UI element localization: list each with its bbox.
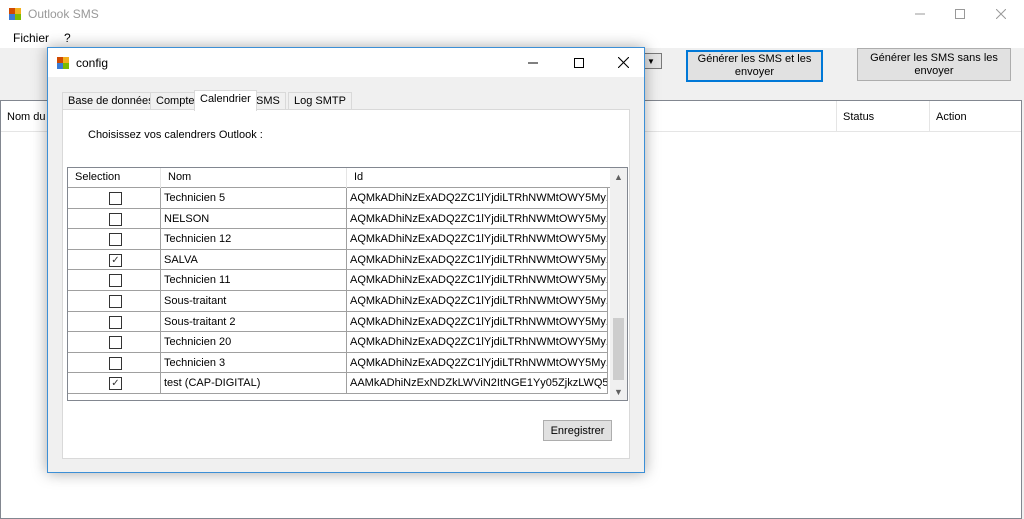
maximize-button[interactable] — [937, 0, 983, 28]
dialog-titlebar: config — [48, 48, 644, 77]
nom-cell[interactable]: test (CAP-DIGITAL) — [161, 373, 347, 394]
selection-checkbox[interactable] — [109, 192, 122, 205]
selection-cell — [68, 208, 161, 230]
maximize-icon — [955, 9, 965, 19]
tab-base-de-donnees[interactable]: Base de données — [62, 92, 160, 110]
generate-send-button[interactable]: Générer les SMS et les envoyer — [686, 50, 823, 82]
column-header-nom[interactable]: Nom — [161, 168, 347, 188]
menubar: Fichier ? — [0, 28, 1024, 48]
calendar-prompt: Choisissez vos calendrers Outlook : — [88, 129, 263, 141]
close-icon — [617, 57, 629, 68]
id-cell[interactable]: AQMkADhiNzExADQ2ZC1lYjdiLTRhNWMtOWY5My1k… — [347, 270, 608, 291]
table-row[interactable]: ✓ SALVA AQMkADhiNzExADQ2ZC1lYjdiLTRhNWMtOW… — [68, 249, 608, 271]
save-button[interactable]: Enregistrer — [543, 420, 612, 441]
scroll-thumb[interactable] — [613, 318, 624, 380]
app-icon — [57, 57, 69, 69]
scroll-down-button[interactable]: ▼ — [610, 383, 627, 400]
selection-cell — [68, 188, 161, 209]
menu-help[interactable]: ? — [64, 31, 71, 45]
table-row[interactable]: Technicien 11 AQMkADhiNzExADQ2ZC1lYjdiLTR… — [68, 270, 608, 291]
selection-checkbox[interactable] — [109, 336, 122, 350]
selection-checkbox[interactable] — [109, 274, 122, 288]
selection-cell: ✓ — [68, 249, 161, 271]
maximize-icon — [574, 57, 584, 68]
id-cell[interactable]: AQMkADhiNzExADQ2ZC1lYjdiLTRhNWMtOWY5My1k… — [347, 352, 608, 374]
table-row[interactable]: Technicien 20 AQMkADhiNzExADQ2ZC1lYjdiLTR… — [68, 332, 608, 353]
selection-cell: ✓ — [68, 373, 161, 394]
selection-checkbox[interactable] — [109, 233, 122, 247]
table-row[interactable]: Technicien 5 AQMkADhiNzExADQ2ZC1lYjdiLTRh… — [68, 188, 608, 209]
table-row[interactable]: ✓ test (CAP-DIGITAL) AAMkADhiNzExNDZkLWViN… — [68, 373, 608, 394]
selection-checkbox[interactable] — [109, 295, 122, 308]
selection-checkbox[interactable] — [109, 356, 122, 370]
window-title: Outlook SMS — [28, 7, 99, 21]
column-header-action[interactable]: Action — [930, 101, 1022, 132]
selection-cell — [68, 291, 161, 312]
selection-cell — [68, 270, 161, 291]
id-cell[interactable]: AAMkADhiNzExNDZkLWViN2ItNGE1Yy05ZjkzLWQ5… — [347, 373, 608, 394]
selection-checkbox[interactable] — [109, 315, 122, 329]
column-header-id[interactable]: Id — [347, 168, 612, 188]
tab-compte[interactable]: Compte — [150, 92, 201, 110]
calendar-grid[interactable]: Selection Nom Id Technicien 5 AQMkADhiNzE… — [67, 167, 628, 401]
close-button[interactable] — [978, 0, 1024, 28]
table-row[interactable]: Sous-traitant 2 AQMkADhiNzExADQ2ZC1lYjdiL… — [68, 311, 608, 333]
main-titlebar: Outlook SMS — [0, 0, 1024, 28]
menu-fichier[interactable]: Fichier — [13, 31, 49, 45]
dialog-title: config — [76, 56, 109, 70]
chevron-down-icon: ▼ — [614, 386, 623, 397]
id-cell[interactable]: AQMkADhiNzExADQ2ZC1lYjdiLTRhNWMtOWY5My1k… — [347, 332, 608, 353]
id-cell[interactable]: AQMkADhiNzExADQ2ZC1lYjdiLTRhNWMtOWY5My1k… — [347, 208, 608, 230]
minimize-icon — [528, 62, 538, 63]
chevron-down-icon: ▼ — [647, 56, 655, 66]
config-dialog: config Base de données Compte Calendrier… — [47, 47, 645, 473]
calendar-grid-header: Selection Nom Id — [68, 168, 612, 188]
id-cell[interactable]: AQMkADhiNzExADQ2ZC1lYjdiLTRhNWMtOWY5My1k… — [347, 188, 608, 209]
nom-cell[interactable]: Technicien 11 — [161, 270, 347, 291]
nom-cell[interactable]: Sous-traitant — [161, 291, 347, 312]
dialog-maximize-button[interactable] — [556, 48, 602, 77]
tab-log-smtp[interactable]: Log SMTP — [288, 92, 352, 110]
tab-calendrier[interactable]: Calendrier — [194, 90, 257, 111]
nom-cell[interactable]: Technicien 12 — [161, 229, 347, 250]
generate-no-send-button[interactable]: Générer les SMS sans les envoyer — [857, 48, 1011, 81]
column-header-selection[interactable]: Selection — [68, 168, 161, 188]
minimize-icon — [915, 13, 925, 15]
nom-cell[interactable]: Technicien 3 — [161, 352, 347, 374]
id-cell[interactable]: AQMkADhiNzExADQ2ZC1lYjdiLTRhNWMtOWY5My1k… — [347, 311, 608, 333]
table-row[interactable]: Technicien 12 AQMkADhiNzExADQ2ZC1lYjdiLTR… — [68, 229, 608, 250]
column-header-status[interactable]: Status — [837, 101, 930, 132]
selection-checkbox[interactable] — [109, 212, 122, 226]
nom-cell[interactable]: Technicien 5 — [161, 188, 347, 209]
selection-cell — [68, 311, 161, 333]
selection-cell — [68, 352, 161, 374]
selection-checkbox[interactable]: ✓ — [109, 253, 122, 267]
scroll-up-button[interactable]: ▲ — [610, 168, 627, 185]
selection-cell — [68, 229, 161, 250]
nom-cell[interactable]: NELSON — [161, 208, 347, 230]
table-row[interactable]: Technicien 3 AQMkADhiNzExADQ2ZC1lYjdiLTRh… — [68, 352, 608, 374]
checkmark-icon: ✓ — [111, 254, 120, 266]
nom-cell[interactable]: Sous-traitant 2 — [161, 311, 347, 333]
vertical-scrollbar[interactable]: ▲ ▼ — [610, 168, 627, 400]
selection-checkbox[interactable]: ✓ — [109, 377, 122, 391]
id-cell[interactable]: AQMkADhiNzExADQ2ZC1lYjdiLTRhNWMtOWY5My1k… — [347, 249, 608, 271]
selection-cell — [68, 332, 161, 353]
dialog-minimize-button[interactable] — [510, 48, 556, 77]
dialog-close-button[interactable] — [600, 48, 646, 77]
chevron-up-icon: ▲ — [614, 171, 623, 182]
close-icon — [996, 9, 1006, 19]
id-cell[interactable]: AQMkADhiNzExADQ2ZC1lYjdiLTRhNWMtOWY5My1k… — [347, 229, 608, 250]
nom-cell[interactable]: Technicien 20 — [161, 332, 347, 353]
id-cell[interactable]: AQMkADhiNzExADQ2ZC1lYjdiLTRhNWMtOWY5My1k… — [347, 291, 608, 312]
app-icon — [9, 8, 21, 20]
nom-cell[interactable]: SALVA — [161, 249, 347, 271]
checkmark-icon: ✓ — [111, 378, 120, 390]
table-row[interactable]: NELSON AQMkADhiNzExADQ2ZC1lYjdiLTRhNWMtOW… — [68, 208, 608, 230]
table-row[interactable]: Sous-traitant AQMkADhiNzExADQ2ZC1lYjdiLTR… — [68, 291, 608, 312]
